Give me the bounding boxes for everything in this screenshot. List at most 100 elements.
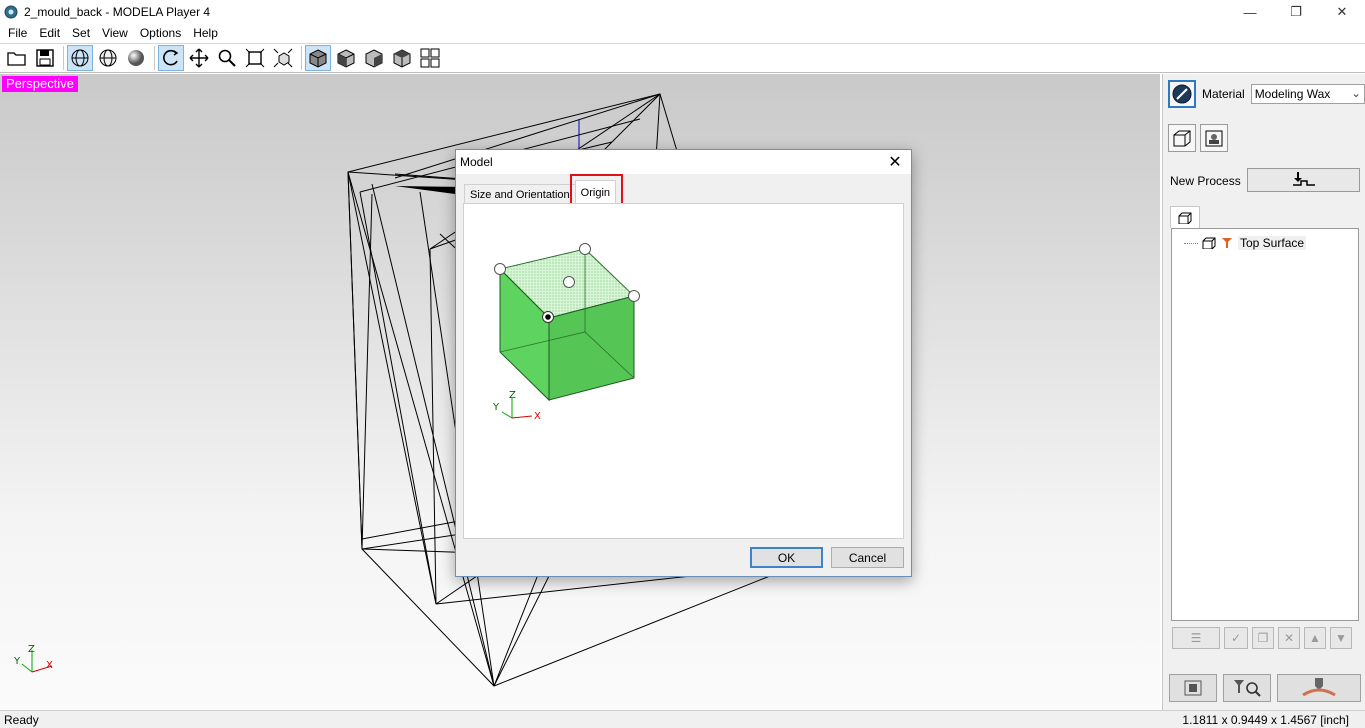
model-tab-icon [1178, 212, 1192, 224]
zoom-fit-model-button[interactable] [270, 45, 296, 71]
tool-check-button[interactable]: ✓ [1224, 627, 1248, 649]
tab-size-orientation[interactable]: Size and Orientation [464, 184, 576, 204]
cutting-tool-icon [1222, 238, 1232, 248]
save-button[interactable] [32, 45, 58, 71]
wireframe-view-button[interactable] [67, 45, 93, 71]
minimize-button[interactable]: — [1227, 0, 1273, 24]
output-buttons [1169, 674, 1365, 702]
restore-button[interactable]: ❐ [1273, 0, 1319, 24]
process-tree: Top Surface [1171, 228, 1359, 621]
rotate-icon [163, 49, 179, 66]
stop-square-icon [1184, 680, 1202, 696]
model-dimensions: 1.1811 x 0.9449 x 1.4567 [inch] [1182, 713, 1349, 727]
new-process-label: New Process [1170, 174, 1241, 188]
box-fit-icon [273, 48, 293, 68]
material-settings-button[interactable] [1168, 80, 1196, 108]
mill-cut-icon [1302, 678, 1336, 697]
tool-magnifier-icon [1234, 680, 1261, 697]
fit-frame-icon [245, 48, 265, 68]
material-select[interactable]: Modeling Wax ⌄ [1250, 84, 1365, 104]
preview-cut-button[interactable] [1223, 674, 1271, 702]
menu-set[interactable]: Set [66, 26, 96, 40]
new-process-button[interactable] [1247, 168, 1360, 192]
dialog-axis-x-label: X [534, 411, 541, 422]
axis-y-label: Y [13, 656, 21, 667]
side-view-button[interactable] [361, 45, 387, 71]
arrow-down-icon: ▼ [1335, 631, 1347, 645]
menu-file[interactable]: File [2, 26, 33, 40]
tree-item-top-surface[interactable]: Top Surface [1184, 236, 1307, 250]
sphere-icon [128, 50, 144, 66]
cancel-button[interactable]: Cancel [831, 547, 904, 568]
close-window-button[interactable]: ✕ [1319, 0, 1365, 24]
tool-check-icon: ✓ [1230, 631, 1242, 645]
globe-icon [99, 49, 117, 67]
origin-panel: Z Y X [463, 203, 904, 539]
dialog-axis-z-label: Z [509, 390, 516, 401]
top-view-button[interactable] [389, 45, 415, 71]
toolbar [0, 43, 1365, 73]
model-dialog: Model ✕ Size and Orientation Origin Z Y … [455, 149, 912, 577]
save-icon [36, 49, 54, 67]
rotate-button[interactable] [158, 45, 184, 71]
material-value: Modeling Wax [1254, 87, 1331, 101]
menu-view[interactable]: View [96, 26, 134, 40]
status-bar: Ready 1.1811 x 0.9449 x 1.4567 [inch] [0, 710, 1365, 728]
tree-item-label: Top Surface [1238, 236, 1307, 250]
cube-side-icon [365, 49, 383, 68]
workpiece-icon [1205, 130, 1223, 147]
pan-button[interactable] [186, 45, 212, 71]
origin-point-back-right[interactable] [579, 243, 591, 255]
iso-view-button[interactable] [305, 45, 331, 71]
copy-process-button[interactable]: ❐ [1252, 627, 1274, 649]
open-folder-button[interactable] [4, 45, 30, 71]
origin-point-front-right[interactable] [628, 290, 640, 302]
wireframe-globe-icon [71, 49, 89, 67]
move-up-button[interactable]: ▲ [1304, 627, 1326, 649]
dialog-title: Model [456, 150, 911, 174]
magnifier-icon [218, 49, 236, 67]
dialog-axis-y-label: Y [492, 402, 500, 413]
window-title: 2_mould_back - MODELA Player 4 [24, 5, 211, 19]
origin-point-center[interactable] [563, 276, 575, 288]
fit-view-button[interactable] [242, 45, 268, 71]
workpiece-button[interactable] [1200, 124, 1228, 152]
model-box-button[interactable] [1168, 124, 1196, 152]
status-text: Ready [4, 712, 39, 727]
stop-button[interactable] [1169, 674, 1217, 702]
move-down-button[interactable]: ▼ [1330, 627, 1352, 649]
cube-front-icon [337, 49, 355, 68]
front-view-button[interactable] [333, 45, 359, 71]
copy-icon: ❐ [1257, 631, 1269, 645]
four-views-button[interactable] [417, 45, 443, 71]
preview-path-button[interactable]: ☰ [1172, 627, 1220, 649]
menu-edit[interactable]: Edit [33, 26, 66, 40]
quad-view-icon [420, 48, 440, 68]
material-label: Material [1202, 87, 1245, 101]
origin-point-back-left[interactable] [494, 263, 506, 275]
menu-help[interactable]: Help [187, 26, 224, 40]
process-tree-tab[interactable] [1170, 206, 1200, 228]
cube-iso-icon [309, 49, 327, 68]
delete-process-button[interactable]: ✕ [1278, 627, 1300, 649]
shaded-sphere-button[interactable] [123, 45, 149, 71]
title-bar: 2_mould_back - MODELA Player 4 — ❐ ✕ [0, 0, 1365, 24]
app-icon [4, 5, 18, 19]
ok-button[interactable]: OK [750, 547, 823, 568]
viewport-axis-indicator: Z Y X [13, 644, 53, 673]
zoom-button[interactable] [214, 45, 240, 71]
right-panel: Material Modeling Wax ⌄ New Process Top … [1162, 74, 1365, 710]
cut-button[interactable] [1277, 674, 1361, 702]
box-outline-icon [1173, 130, 1191, 147]
axis-x-label: X [46, 660, 53, 671]
dialog-close-button[interactable]: ✕ [885, 153, 905, 171]
dialog-axis-indicator: Z Y X [492, 390, 541, 422]
model-node-icon [1202, 237, 1216, 249]
move-arrows-icon [189, 48, 209, 68]
chevron-down-icon: ⌄ [1351, 88, 1361, 100]
path-preview-icon: ☰ [1190, 631, 1202, 645]
surface-globe-button[interactable] [95, 45, 121, 71]
menu-options[interactable]: Options [134, 26, 187, 40]
menu-bar: File Edit Set View Options Help [0, 24, 1365, 42]
arrow-up-icon: ▲ [1309, 631, 1321, 645]
